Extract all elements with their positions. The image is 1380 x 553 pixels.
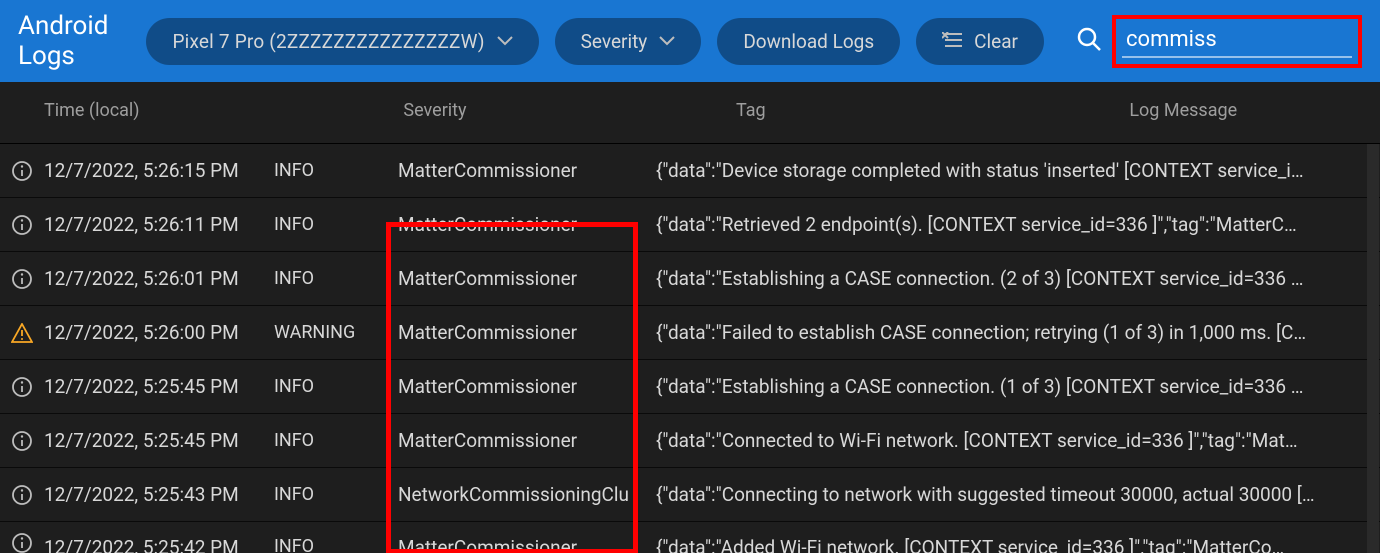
severity-cell: INFO [274,160,398,181]
clear-label: Clear [974,30,1018,53]
col-message: Log Message [1129,100,1366,121]
severity-cell: INFO [274,268,398,289]
time-cell: 12/7/2022, 5:25:45 PM [44,429,274,452]
col-tag: Tag [656,100,893,121]
severity-label: Severity [581,30,648,53]
table-row[interactable]: 12/7/2022, 5:25:45 PMINFOMatterCommissio… [0,360,1380,414]
download-logs-button[interactable]: Download Logs [717,18,900,65]
info-icon [0,376,44,398]
tag-cell: MatterCommissioner [398,429,656,452]
table-row[interactable]: 12/7/2022, 5:26:00 PMWARNINGMatterCommis… [0,306,1380,360]
message-cell: {"data":"Connecting to network with sugg… [656,483,1366,506]
tag-cell: MatterCommissioner [398,522,656,553]
device-selector[interactable]: Pixel 7 Pro (2ZZZZZZZZZZZZZZZW) [146,18,538,65]
table-row[interactable]: 12/7/2022, 5:26:11 PMINFOMatterCommissio… [0,198,1380,252]
tag-cell: NetworkCommissioningClu [398,483,656,506]
message-cell: {"data":"Establishing a CASE connection.… [656,267,1366,290]
info-icon [0,268,44,290]
info-icon [0,430,44,452]
info-icon [0,214,44,236]
tag-cell: MatterCommissioner [398,213,656,236]
table-row[interactable]: 12/7/2022, 5:26:01 PMINFOMatterCommissio… [0,252,1380,306]
scrollbar[interactable] [1367,144,1379,553]
tag-cell: MatterCommissioner [398,321,656,344]
clear-button[interactable]: Clear [916,18,1044,65]
device-label: Pixel 7 Pro (2ZZZZZZZZZZZZZZZW) [172,30,484,53]
time-cell: 12/7/2022, 5:26:15 PM [44,159,274,182]
time-cell: 12/7/2022, 5:26:00 PM [44,321,274,344]
search-area [1076,15,1362,68]
table-row[interactable]: 12/7/2022, 5:25:42 PMINFOMatterCommissio… [0,522,1380,553]
tag-cell: MatterCommissioner [398,375,656,398]
severity-cell: INFO [274,430,398,451]
message-cell: {"data":"Establishing a CASE connection.… [656,375,1366,398]
severity-cell: INFO [274,376,398,397]
table-body: 12/7/2022, 5:26:15 PMINFOMatterCommissio… [0,144,1380,553]
severity-selector[interactable]: Severity [555,18,702,65]
table-row[interactable]: 12/7/2022, 5:25:45 PMINFOMatterCommissio… [0,414,1380,468]
message-cell: {"data":"Failed to establish CASE connec… [656,321,1366,344]
severity-cell: INFO [274,214,398,235]
info-icon [0,484,44,506]
info-icon [0,522,44,553]
tag-cell: MatterCommissioner [398,267,656,290]
search-underline [1122,56,1352,58]
search-icon [1076,26,1102,56]
time-cell: 12/7/2022, 5:25:45 PM [44,375,274,398]
log-table-wrap: Time (local) Severity Tag Log Message 12… [0,82,1380,553]
search-input[interactable] [1126,27,1348,52]
chevron-down-icon [659,36,675,46]
col-severity: Severity [274,100,656,121]
table-row[interactable]: 12/7/2022, 5:25:43 PMINFONetworkCommissi… [0,468,1380,522]
severity-cell: WARNING [274,322,398,343]
page-title: Android Logs [18,11,120,71]
message-cell: {"data":"Retrieved 2 endpoint(s). [CONTE… [656,213,1366,236]
warning-icon [0,323,44,343]
time-cell: 12/7/2022, 5:26:01 PM [44,267,274,290]
col-time: Time (local) [44,100,274,121]
time-cell: 12/7/2022, 5:25:43 PM [44,483,274,506]
tag-cell: MatterCommissioner [398,159,656,182]
download-logs-label: Download Logs [743,30,874,53]
clear-icon [942,30,962,53]
message-cell: {"data":"Device storage completed with s… [656,159,1366,182]
info-icon [0,160,44,182]
search-box-highlight [1112,15,1362,68]
severity-cell: INFO [274,522,398,553]
table-row[interactable]: 12/7/2022, 5:26:15 PMINFOMatterCommissio… [0,144,1380,198]
time-cell: 12/7/2022, 5:26:11 PM [44,213,274,236]
table-header: Time (local) Severity Tag Log Message [0,82,1380,144]
severity-cell: INFO [274,484,398,505]
message-cell: {"data":"Connected to Wi-Fi network. [CO… [656,429,1366,452]
chevron-down-icon [497,36,513,46]
time-cell: 12/7/2022, 5:25:42 PM [44,522,274,553]
header-bar: Android Logs Pixel 7 Pro (2ZZZZZZZZZZZZZ… [0,0,1380,82]
message-cell: {"data":"Added Wi-Fi network. [CONTEXT s… [656,522,1366,553]
